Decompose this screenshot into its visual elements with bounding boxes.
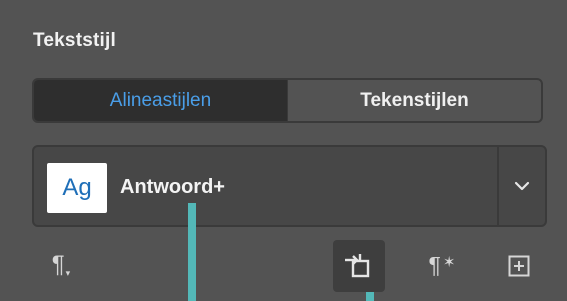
chevron-down-icon[interactable] — [499, 147, 545, 225]
paragraph-menu-button[interactable]: ¶ ▾ — [44, 248, 78, 282]
style-preview-swatch: Ag — [47, 163, 107, 213]
style-type-tabs: Alineastijlen Tekenstijlen — [32, 78, 543, 123]
tab-character-styles[interactable]: Tekenstijlen — [287, 80, 541, 121]
pilcrow-clear-icon: ¶ — [428, 251, 441, 278]
new-style-button[interactable] — [506, 253, 532, 279]
selected-style-name: Antwoord+ — [120, 176, 225, 198]
guide-line — [188, 203, 196, 301]
guide-line — [366, 292, 374, 301]
plus-square-icon — [508, 255, 530, 277]
caret-down-icon: ▾ — [65, 267, 71, 278]
tab-paragraph-styles[interactable]: Alineastijlen — [34, 80, 287, 121]
clear-overrides-button[interactable]: ¶ ✶ — [422, 248, 462, 282]
pilcrow-icon: ¶ — [51, 251, 65, 278]
override-star-icon: ✶ — [442, 254, 456, 271]
panel-title: Tekststijl — [33, 30, 116, 51]
apply-style-icon — [345, 254, 370, 278]
style-dropdown[interactable]: Ag Antwoord+ — [32, 145, 547, 227]
apply-style-button[interactable] — [333, 240, 385, 292]
